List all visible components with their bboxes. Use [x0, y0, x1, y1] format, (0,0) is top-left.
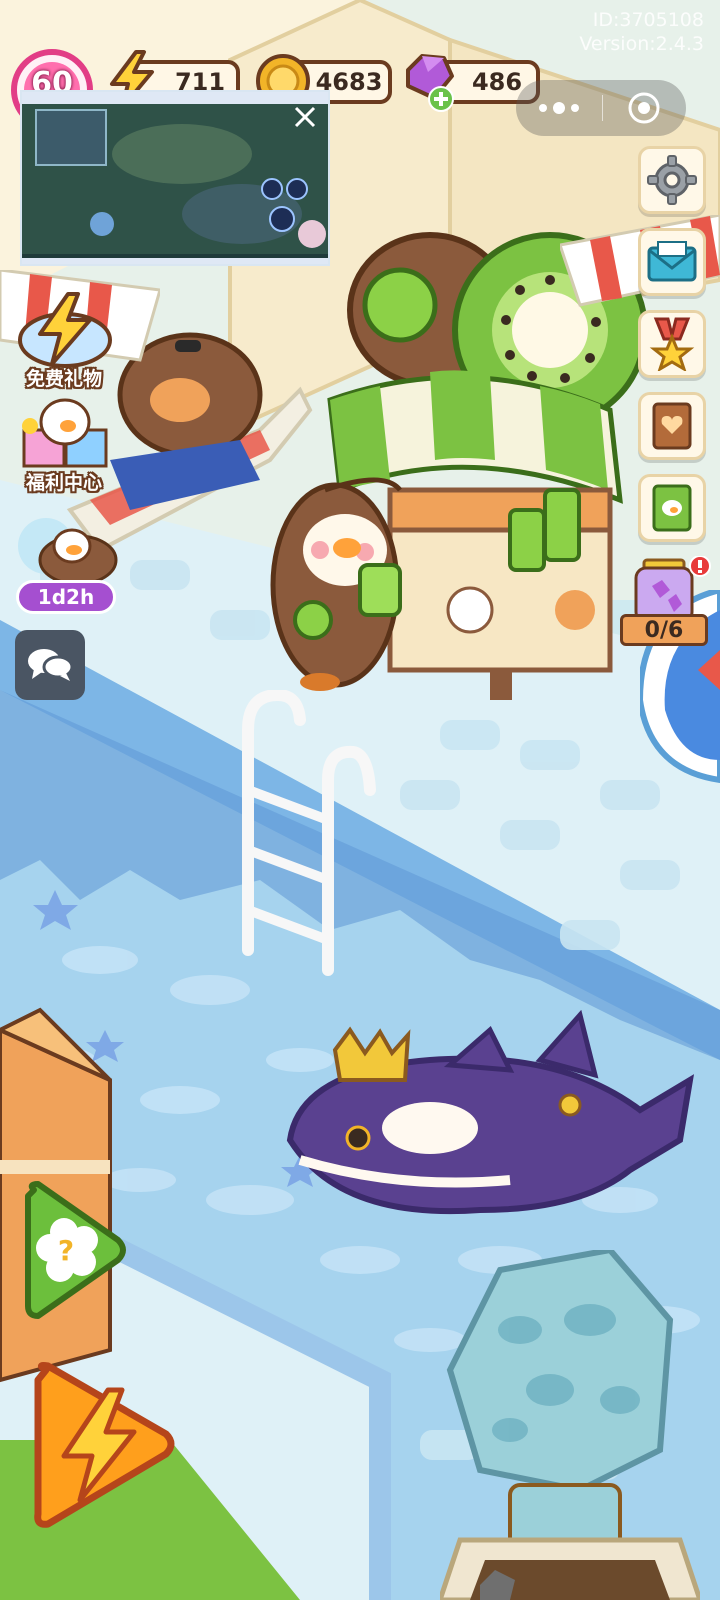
collection-jar-button[interactable]: 0/6 — [616, 555, 712, 648]
album-button[interactable] — [638, 392, 706, 460]
user-id-text: ID:3705108 — [592, 9, 704, 31]
video-top-bar — [22, 92, 328, 104]
gift-lightning-icon — [18, 292, 112, 368]
lightning-icon — [34, 1362, 175, 1528]
video-frame — [22, 104, 328, 254]
close-video-button[interactable] — [292, 104, 318, 130]
gem-value: 486 — [471, 68, 523, 96]
dot-icon — [539, 104, 547, 112]
question-flower-icon: ? — [25, 1181, 126, 1319]
timed-event-button[interactable]: 1d2h — [12, 510, 120, 620]
orca-float[interactable] — [280, 1010, 700, 1250]
close-icon — [294, 106, 316, 128]
gear-icon — [647, 155, 697, 205]
welfare-center-label: 福利中心 — [25, 472, 102, 494]
build-info: ID:3705108 Version:2.4.3 — [504, 8, 704, 56]
dot-icon — [553, 102, 565, 114]
medal-star-icon — [649, 317, 695, 371]
exit-mini-program-button[interactable] — [603, 80, 685, 136]
guide-book-icon — [652, 484, 692, 532]
mail-icon — [647, 241, 697, 282]
chat-button[interactable] — [15, 630, 85, 700]
floating-video-window[interactable] — [20, 90, 330, 266]
collection-counter: 0/6 — [620, 614, 708, 646]
more-options-button[interactable] — [516, 80, 602, 136]
mini-program-capsule — [516, 80, 686, 136]
heart-book-icon — [652, 402, 692, 450]
ice-sculpture[interactable] — [440, 1250, 700, 1600]
target-circle-icon — [628, 92, 660, 124]
boost-button[interactable] — [26, 1360, 176, 1530]
achievement-button[interactable] — [638, 310, 706, 378]
add-gems-icon[interactable] — [428, 86, 454, 112]
free-gift-button[interactable]: 免费礼物 — [10, 290, 120, 394]
welfare-center-button[interactable]: 福利中心 — [10, 396, 120, 496]
version-text: Version:2.4.3 — [579, 33, 704, 55]
pool-ladder — [242, 690, 376, 976]
video-bottom-bar — [22, 258, 328, 264]
help-quest-button[interactable]: ? — [18, 1180, 130, 1320]
svg-text:?: ? — [58, 1234, 74, 1267]
mail-button[interactable] — [638, 228, 706, 296]
settings-button[interactable] — [638, 146, 706, 214]
gift-box-icon — [22, 398, 108, 468]
event-bird-icon — [18, 518, 118, 586]
dot-icon — [571, 104, 579, 112]
chat-bubbles-icon — [28, 649, 74, 681]
guide-button[interactable] — [638, 474, 706, 542]
event-timer: 1d2h — [16, 580, 116, 614]
free-gift-label: 免费礼物 — [25, 368, 102, 390]
